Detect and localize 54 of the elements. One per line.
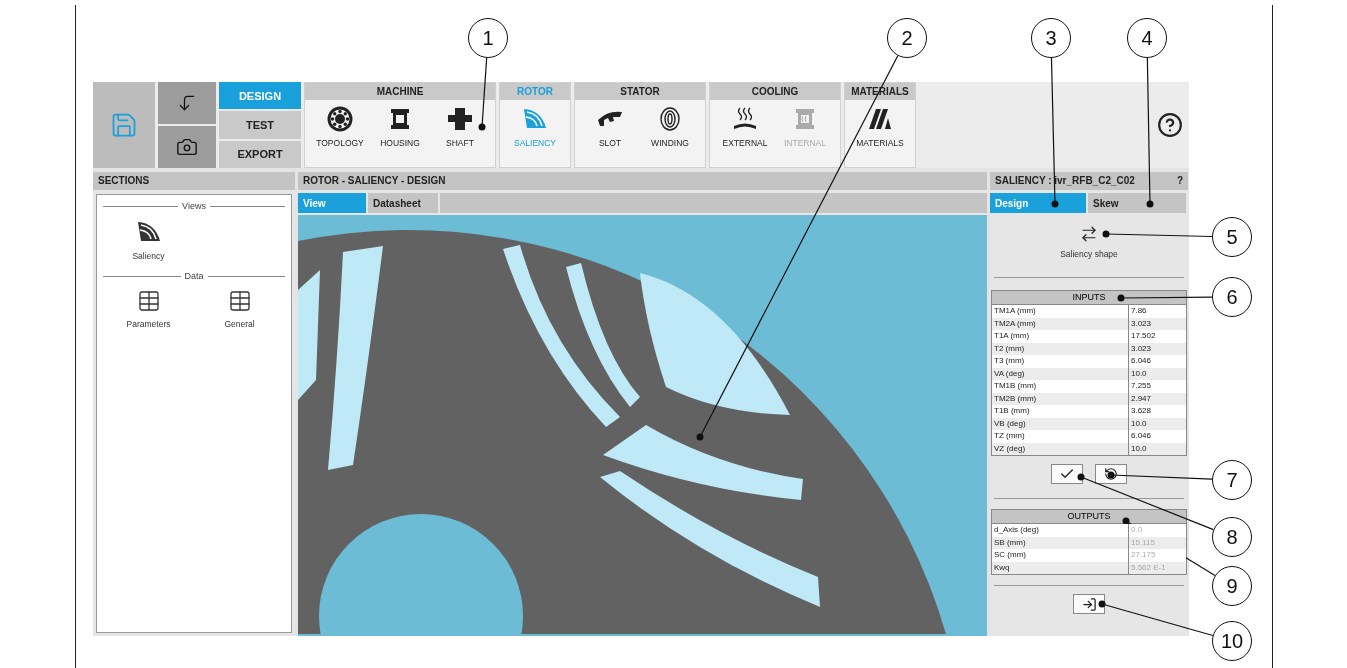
section-item[interactable]: General [194,289,285,329]
panel-title: SALIENCY : ivr_RFB_C2_C02 [995,174,1135,188]
table-header: OUTPUTS [992,510,1186,524]
gear-icon [326,106,354,132]
ribbon-item[interactable]: MATERIALS [853,106,907,148]
panel-header: ROTOR - SALIENCY - DESIGN [298,172,987,190]
group-separator: Views [103,201,285,211]
group-title: COOLING [710,83,840,100]
callout-number: 7 [1212,460,1252,500]
panel-header: SECTIONS [93,172,295,190]
shaft-icon [446,106,474,132]
ribbon-item[interactable]: WINDING [643,106,697,148]
save-icon [110,111,138,139]
table-header: INPUTS [992,291,1186,305]
apply-button[interactable] [1051,464,1083,484]
materials-icon [866,106,894,132]
mode-tab[interactable]: TEST [219,111,301,139]
table-icon [136,289,161,313]
return-arrow-icon [177,93,197,113]
table-icon [227,289,252,313]
group-title: ROTOR [500,83,570,100]
mode-tab[interactable]: EXPORT [219,140,301,168]
reset-icon [1104,467,1118,481]
callout-number: 9 [1212,566,1252,606]
section-item[interactable]: Parameters [103,289,194,329]
group-title: STATOR [575,83,705,100]
table-cell: 27.175 [1128,549,1186,562]
ribbon-item[interactable]: SLOT [583,106,637,148]
help-mark[interactable]: ? [1176,172,1183,190]
callout-number: 6 [1212,277,1252,317]
ribbon-item[interactable]: SHAFT [433,106,487,148]
export-icon [1081,596,1097,612]
help-icon[interactable] [1157,112,1183,138]
group-title: MACHINE [305,83,495,100]
callout-number: 10 [1212,621,1252,661]
shape-button[interactable]: Saliency shape [1060,225,1118,259]
ribbon-item[interactable]: TOPOLOGY [313,106,367,148]
table-cell: d_Axis (deg) [992,524,1128,537]
group-separator: Data [103,271,285,281]
section-item[interactable]: Saliency [103,219,194,261]
callout-number: 5 [1212,217,1252,257]
heat-waves-icon [731,106,759,132]
camera-button[interactable] [158,126,216,168]
ribbon-item[interactable]: HOUSING [373,106,427,148]
callout-number: 3 [1031,18,1071,58]
swap-arrows-icon [1080,225,1098,243]
callout-number: 8 [1212,517,1252,557]
camera-icon [176,136,198,158]
reset-button[interactable] [1095,464,1127,484]
export-button[interactable] [1073,594,1105,614]
callout-number: 2 [887,18,927,58]
ribbon-item[interactable]: EXTERNAL [718,106,772,148]
callout-number: 1 [468,18,508,58]
callout-number: 4 [1127,18,1167,58]
